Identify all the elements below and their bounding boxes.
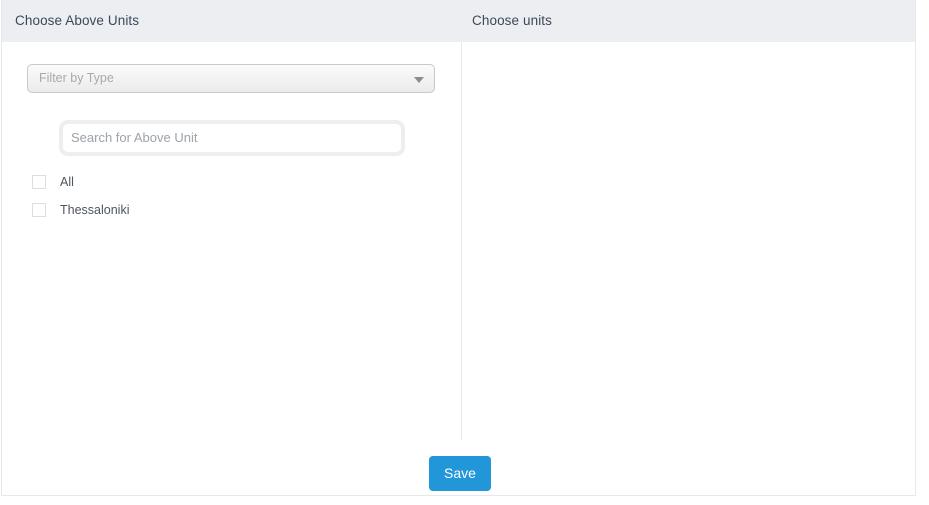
list-item-label: All [60,175,74,189]
above-unit-option-list: All Thessaloniki [32,168,129,224]
list-item[interactable]: Thessaloniki [32,196,129,224]
column-units: Filter by Above Unit All Store A [462,42,917,496]
checkbox-all[interactable] [32,175,46,189]
column-above-units: Filter by Type All Thessaloniki [2,42,461,496]
chevron-down-icon [414,77,424,83]
dialog-panel: Choose Above Units Choose units Filter b… [1,0,916,496]
filter-by-type-label: Filter by Type [39,71,114,85]
panel-header-band: Choose Above Units Choose units [2,0,915,42]
save-button[interactable]: Save [429,456,491,491]
filter-by-type-select[interactable]: Filter by Type [27,64,435,93]
panel-body: Filter by Type All Thessaloniki [2,42,915,496]
checkbox-thessaloniki[interactable] [32,203,46,217]
search-above-unit-input[interactable] [71,124,391,152]
search-above-unit-wrap[interactable] [59,120,405,156]
unit-selector-dialog: Choose Above Units Choose units Filter b… [0,0,929,505]
panel-header-above-units: Choose Above Units [15,13,139,28]
list-item[interactable]: All [32,168,129,196]
list-item-label: Thessaloniki [60,203,129,217]
panel-header-units: Choose units [472,13,552,28]
